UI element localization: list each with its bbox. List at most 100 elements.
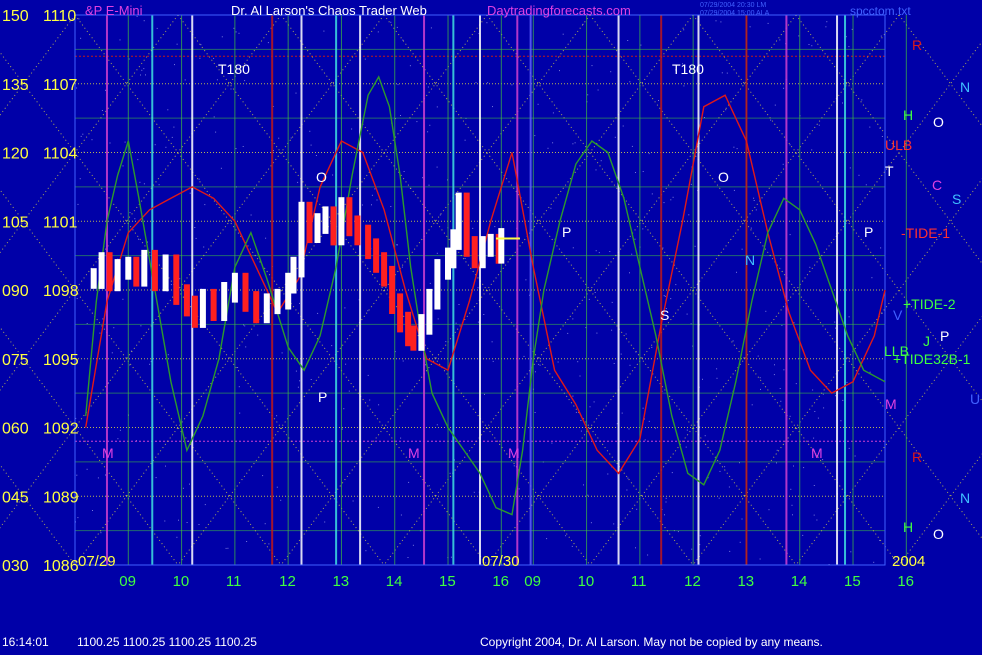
star-dot [204, 504, 206, 506]
legend-label: S [952, 191, 961, 207]
star-dot [278, 137, 280, 139]
star-dot [768, 509, 770, 511]
star-dot [622, 125, 624, 127]
chart: 150 135 120 105 090 075 060 045 030 1110 1107 1104 1… [0, 0, 982, 650]
star-dot [880, 35, 882, 37]
star-dot [364, 58, 366, 60]
star-dot [834, 321, 836, 323]
star-dot [848, 447, 850, 449]
star-dot [572, 318, 574, 320]
star-dot [781, 324, 783, 326]
star-dot [400, 437, 402, 439]
star-dot [408, 481, 410, 483]
star-dot [143, 20, 145, 22]
legend-label: +TIDE32B-1 [893, 351, 971, 367]
star-dot [351, 128, 353, 130]
star-dot [728, 486, 730, 488]
price-bar [162, 254, 169, 292]
star-dot [198, 178, 200, 180]
star-dot [559, 70, 560, 72]
star-dot [492, 360, 494, 362]
star-dot [879, 128, 881, 129]
star-dot [491, 341, 493, 343]
star-dot [511, 84, 513, 86]
star-dot [323, 30, 325, 32]
price-bar [381, 252, 388, 287]
star-dot [437, 318, 439, 320]
star-dot [557, 361, 559, 363]
star-dot [213, 57, 215, 59]
star-dot [430, 27, 432, 29]
star-dot [428, 485, 430, 487]
star-dot [683, 29, 685, 31]
star-dot [445, 341, 447, 343]
legend-label: H [903, 107, 913, 123]
star-dot [774, 364, 775, 366]
star-dot [774, 104, 776, 106]
star-dot [809, 266, 811, 268]
star-dot [670, 298, 672, 300]
star-dot [575, 411, 577, 413]
price-bar [450, 229, 457, 269]
star-dot [267, 42, 269, 44]
star-dot [310, 379, 312, 380]
star-dot [343, 408, 345, 410]
star-dot [755, 209, 757, 211]
price-bar [373, 238, 380, 273]
left-axis-label: 030 [2, 558, 29, 575]
star-dot [779, 39, 781, 41]
star-dot [227, 547, 229, 549]
star-dot [577, 361, 579, 363]
chart-marker-label: M [811, 445, 823, 461]
legend-label: -TIDE-1 [901, 225, 950, 241]
price-bar [253, 291, 260, 324]
hour-tick-label: 12 [684, 573, 701, 590]
star-dot [475, 82, 477, 84]
star-dot [869, 126, 871, 128]
star-dot [477, 321, 479, 323]
legend-label: R [912, 37, 922, 53]
star-dot [400, 115, 401, 116]
star-dot [111, 352, 113, 354]
star-dot [571, 545, 573, 547]
star-dot [811, 45, 813, 47]
star-dot [250, 214, 252, 216]
left-axis-label: 090 [2, 283, 29, 300]
price-bar [263, 293, 270, 324]
star-dot [647, 554, 649, 556]
star-dot [194, 227, 196, 228]
star-dot [352, 500, 354, 502]
star-dot [817, 417, 819, 419]
legend-label: O [933, 114, 944, 130]
hour-tick-label: 11 [226, 573, 242, 590]
left-axis-label: 135 [2, 77, 29, 94]
star-dot [143, 183, 145, 185]
star-dot [741, 518, 743, 520]
star-dot [310, 144, 312, 146]
star-dot [299, 302, 300, 304]
star-dot [627, 477, 629, 479]
star-dot [655, 427, 656, 429]
hour-tick-label: 09 [119, 573, 136, 590]
star-dot [295, 92, 297, 94]
star-dot [813, 485, 815, 486]
legend-label: R [912, 449, 922, 465]
star-dot [813, 514, 815, 516]
star-dot [290, 137, 292, 139]
star-dot [642, 171, 644, 172]
price-axis-label: 1107 [43, 77, 78, 94]
legend-label: C [932, 177, 942, 193]
star-dot [237, 367, 239, 368]
star-dot [665, 497, 667, 499]
star-dot [216, 79, 218, 81]
star-dot [195, 237, 197, 239]
date-label: 2004 [892, 553, 925, 570]
star-dot [793, 465, 794, 467]
star-dot [816, 519, 818, 521]
star-dot [850, 551, 852, 553]
chart-svg: 1501351201050900750600450301110110711041… [0, 0, 982, 650]
star-dot [798, 35, 800, 37]
price-bar [106, 252, 113, 292]
star-dot [753, 197, 755, 199]
star-dot [145, 74, 146, 76]
